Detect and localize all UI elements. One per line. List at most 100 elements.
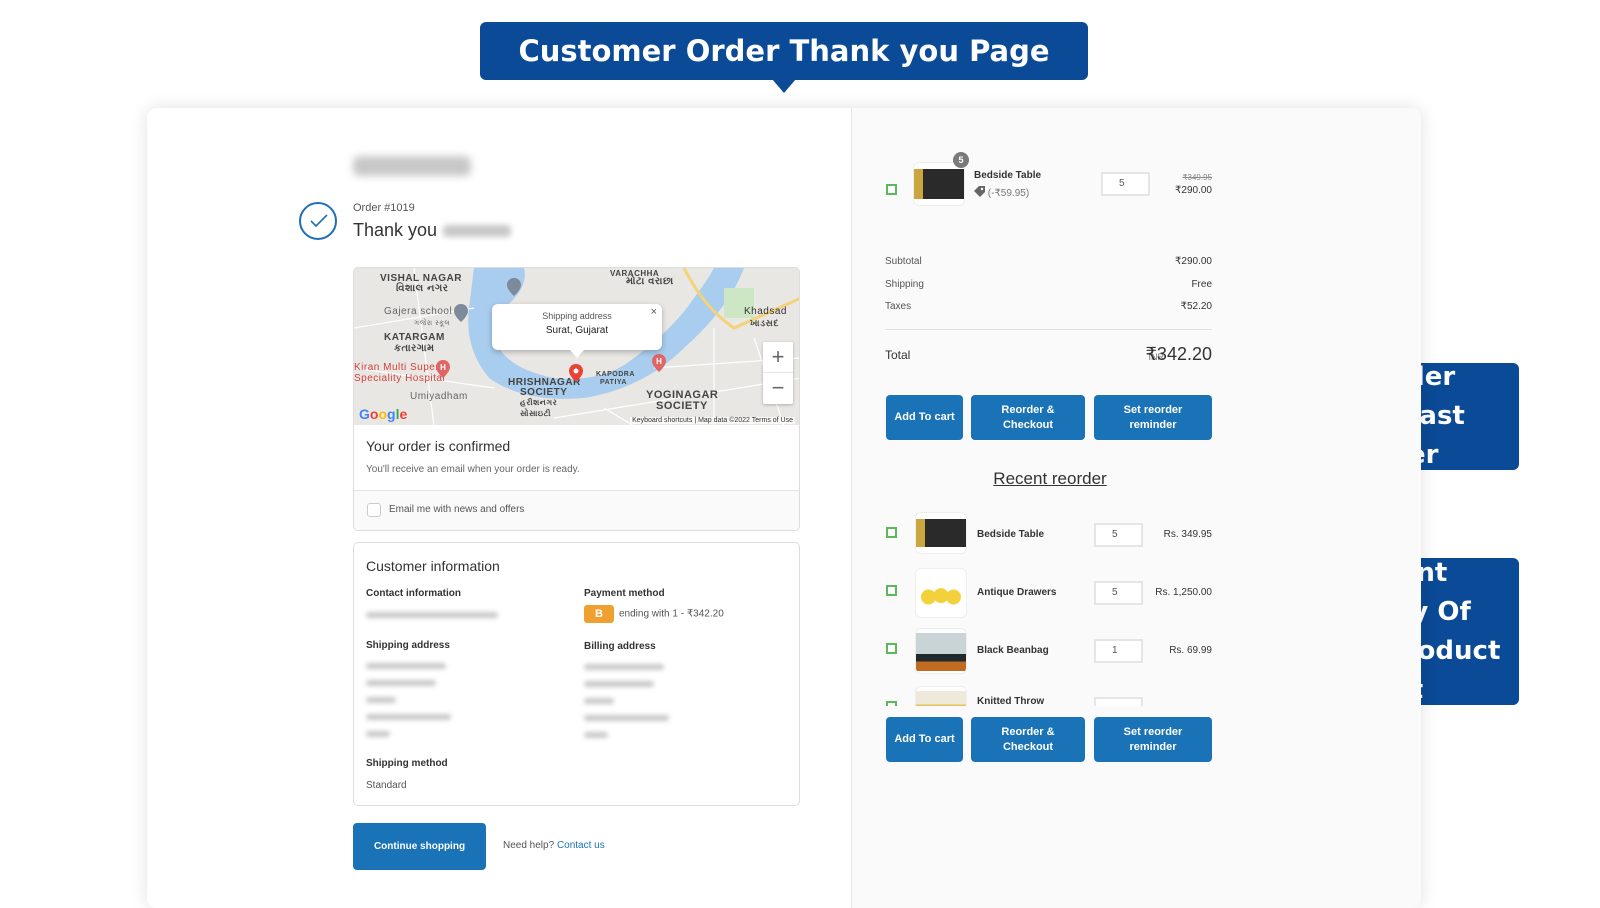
customer-information-box: Customer information Contact information…	[353, 542, 800, 806]
order-number: Order #1019	[353, 202, 415, 214]
reorder-item-price: Rs. 1,250.00	[1155, 587, 1212, 598]
thank-you-text: Thank you	[353, 220, 438, 240]
zoom-in-button[interactable]: +	[763, 342, 793, 373]
order-item-name: Bedside Table	[974, 170, 1042, 181]
map-label: Umiyadham	[410, 391, 468, 402]
bedside-table-thumbnail	[913, 162, 965, 206]
map-label: Speciality Hospital	[354, 373, 446, 384]
map-label: ખાડસદ	[750, 318, 779, 328]
school-marker-icon	[454, 304, 468, 322]
reorder-item-checkbox[interactable]	[886, 527, 897, 538]
shipping-address-blurred	[366, 663, 446, 669]
school-marker-icon	[507, 278, 521, 296]
svg-text:H: H	[656, 357, 662, 366]
order-status-pane: Order #1019 Thank you VISHAL NAGAR વિશાલ…	[147, 108, 851, 908]
taxes-value: ₹52.20	[1180, 301, 1212, 312]
reorder-item-checkbox[interactable]	[886, 643, 897, 654]
recent-reorder-title: Recent reorder	[993, 469, 1107, 488]
order-item-discount: (-₹59.95)	[974, 186, 1029, 199]
map-label: ગજેરા સ્કૂલ	[414, 320, 451, 327]
reorder-item-quantity-input[interactable]: 5	[1094, 523, 1143, 547]
reorder-item-price: Rs. 349.95	[1163, 529, 1212, 540]
shipping-address-popup: Shipping address Surat, Gujarat ×	[492, 304, 662, 358]
billing-address-blurred	[584, 732, 608, 738]
shipping-address-blurred	[366, 697, 396, 703]
continue-shopping-button[interactable]: Continue shopping	[353, 823, 486, 870]
contact-email-blurred	[366, 612, 498, 618]
reorder-item-checkbox[interactable]	[886, 585, 897, 596]
map-label: Khadsad	[744, 306, 787, 317]
order-item-quantity-input[interactable]: 5	[1101, 172, 1150, 196]
shipping-address-blurred	[366, 680, 436, 686]
shipping-address-blurred	[366, 731, 390, 737]
reorder-checkout-button[interactable]: Reorder & Checkout	[971, 717, 1085, 762]
newsletter-optin: Email me with news and offers	[354, 491, 799, 530]
billing-address-label: Billing address	[584, 641, 656, 652]
shipping-method-label: Shipping method	[366, 758, 448, 769]
newsletter-label[interactable]: Email me with news and offers	[389, 504, 524, 515]
reorder-item-quantity-input[interactable]	[1094, 697, 1143, 706]
reorder-checkout-button[interactable]: Reorder & Checkout	[971, 395, 1085, 440]
hospital-marker-icon: H	[436, 360, 450, 378]
customer-information-title: Customer information	[366, 558, 500, 574]
taxes-label: Taxes	[885, 301, 912, 312]
reorder-item-name: Bedside Table	[977, 529, 1045, 540]
map-label: મોટા વરાછા	[626, 276, 674, 287]
help-text: Need help? Contact us	[503, 840, 605, 851]
map-label: SOCIETY	[656, 400, 708, 412]
reorder-item-checkbox[interactable]	[886, 701, 897, 706]
order-item-original-price: ₹349.95	[1182, 173, 1212, 182]
shipping-map[interactable]: VISHAL NAGAR વિશાલ નગર VARACHHA મોટા વરા…	[353, 267, 800, 425]
discount-amount: (-₹59.95)	[987, 188, 1030, 199]
order-confirmed-check-icon	[299, 202, 337, 240]
subtotal-label: Subtotal	[885, 256, 922, 267]
help-prompt: Need help?	[503, 840, 555, 851]
map-label: PATIYA	[600, 379, 627, 386]
popup-close-icon[interactable]: ×	[651, 306, 657, 318]
shop-name-blurred	[353, 156, 471, 176]
order-item-price: ₹290.00	[1175, 185, 1212, 196]
total-label: Total	[885, 348, 911, 362]
add-to-cart-button[interactable]: Add To cart	[886, 395, 963, 440]
payment-card-icon: B	[584, 605, 614, 623]
reorder-item-price: Rs. 69.99	[1169, 645, 1212, 656]
svg-text:H: H	[440, 363, 446, 372]
zoom-out-button[interactable]: −	[763, 373, 793, 404]
payment-method-value: Bending with 1 - ₹342.20	[584, 605, 724, 623]
subtotal-value: ₹290.00	[1175, 256, 1212, 267]
total-value: ₹342.20	[1145, 344, 1212, 364]
recent-reorder-list[interactable]: Bedside Table 5 Rs. 349.95 Antique Drawe…	[852, 508, 1421, 706]
thank-you-page-frame: Order #1019 Thank you VISHAL NAGAR વિશાલ…	[147, 108, 1421, 908]
map-label: KATARGAM	[384, 332, 445, 343]
order-item-checkbox[interactable]	[886, 184, 897, 195]
popup-title: Shipping address	[542, 311, 612, 321]
map-pin-icon[interactable]	[569, 364, 583, 382]
discount-tag-icon	[974, 186, 985, 197]
set-reorder-reminder-button[interactable]: Set reorder reminder	[1094, 395, 1212, 440]
newsletter-checkbox[interactable]	[367, 503, 381, 517]
map-attribution[interactable]: Keyboard shortcuts | Map data ©2022 Term…	[630, 417, 795, 424]
billing-address-blurred	[584, 715, 669, 721]
reorder-item-name: Knitted Throw	[977, 696, 1045, 706]
add-to-cart-button[interactable]: Add To cart	[886, 717, 963, 762]
reorder-item-quantity-input[interactable]: 5	[1094, 581, 1143, 605]
knitted-throw-thumbnail	[915, 686, 967, 706]
bedside-table-thumbnail	[915, 512, 967, 554]
black-beanbag-thumbnail	[915, 628, 967, 674]
popup-address: Surat, Gujarat	[545, 325, 609, 336]
contact-us-link[interactable]: Contact us	[557, 840, 605, 851]
billing-address-blurred	[584, 698, 614, 704]
order-summary-pane: 5 Bedside Table (-₹59.95) 5 ₹349.95 ₹290…	[851, 108, 1421, 908]
set-reorder-reminder-button[interactable]: Set reorder reminder	[1094, 717, 1212, 762]
payment-method-label: Payment method	[584, 588, 665, 599]
confirmation-subtitle: You'll receive an email when your order …	[366, 464, 580, 475]
hospital-marker-icon: H	[652, 354, 666, 372]
thank-you-heading: Thank you	[353, 220, 512, 241]
map-label: વિશાલ નગર	[396, 283, 449, 294]
map-zoom-controls: + −	[763, 342, 793, 404]
billing-address-blurred	[584, 681, 654, 687]
order-confirmation-box: Your order is confirmed You'll receive a…	[353, 425, 800, 531]
reorder-item-quantity-input[interactable]: 1	[1094, 639, 1143, 663]
reorder-item-name: Antique Drawers	[977, 587, 1057, 598]
map-label: હરીશનગર સોસાઇટી	[520, 398, 558, 418]
